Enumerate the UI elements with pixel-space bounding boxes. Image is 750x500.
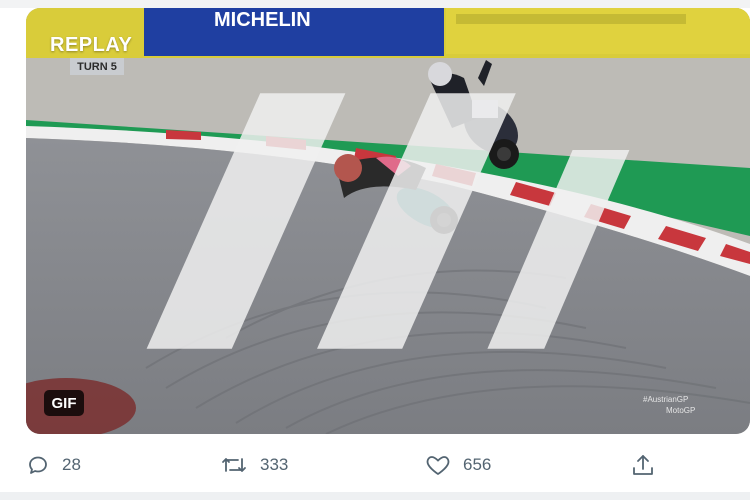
reply-button[interactable]: 28 bbox=[26, 438, 81, 492]
like-count: 656 bbox=[463, 455, 492, 474]
motogp-logo-icon bbox=[146, 93, 630, 349]
retweet-icon bbox=[220, 453, 248, 477]
share-icon bbox=[630, 452, 656, 478]
reply-icon bbox=[26, 453, 50, 477]
top-divider bbox=[0, 0, 750, 8]
retweet-count: 333 bbox=[260, 455, 289, 474]
retweet-button[interactable]: 333 bbox=[220, 438, 288, 492]
heart-icon bbox=[425, 453, 451, 477]
tweet-media[interactable]: MICHELIN REPLAY TURN 5 GIF #AustrianGP M… bbox=[26, 8, 750, 434]
reply-count: 28 bbox=[62, 455, 81, 474]
tweet-actions: 28 333 656 bbox=[0, 438, 750, 492]
share-button[interactable] bbox=[630, 438, 656, 492]
bottom-divider bbox=[0, 492, 750, 500]
like-button[interactable]: 656 bbox=[425, 438, 491, 492]
